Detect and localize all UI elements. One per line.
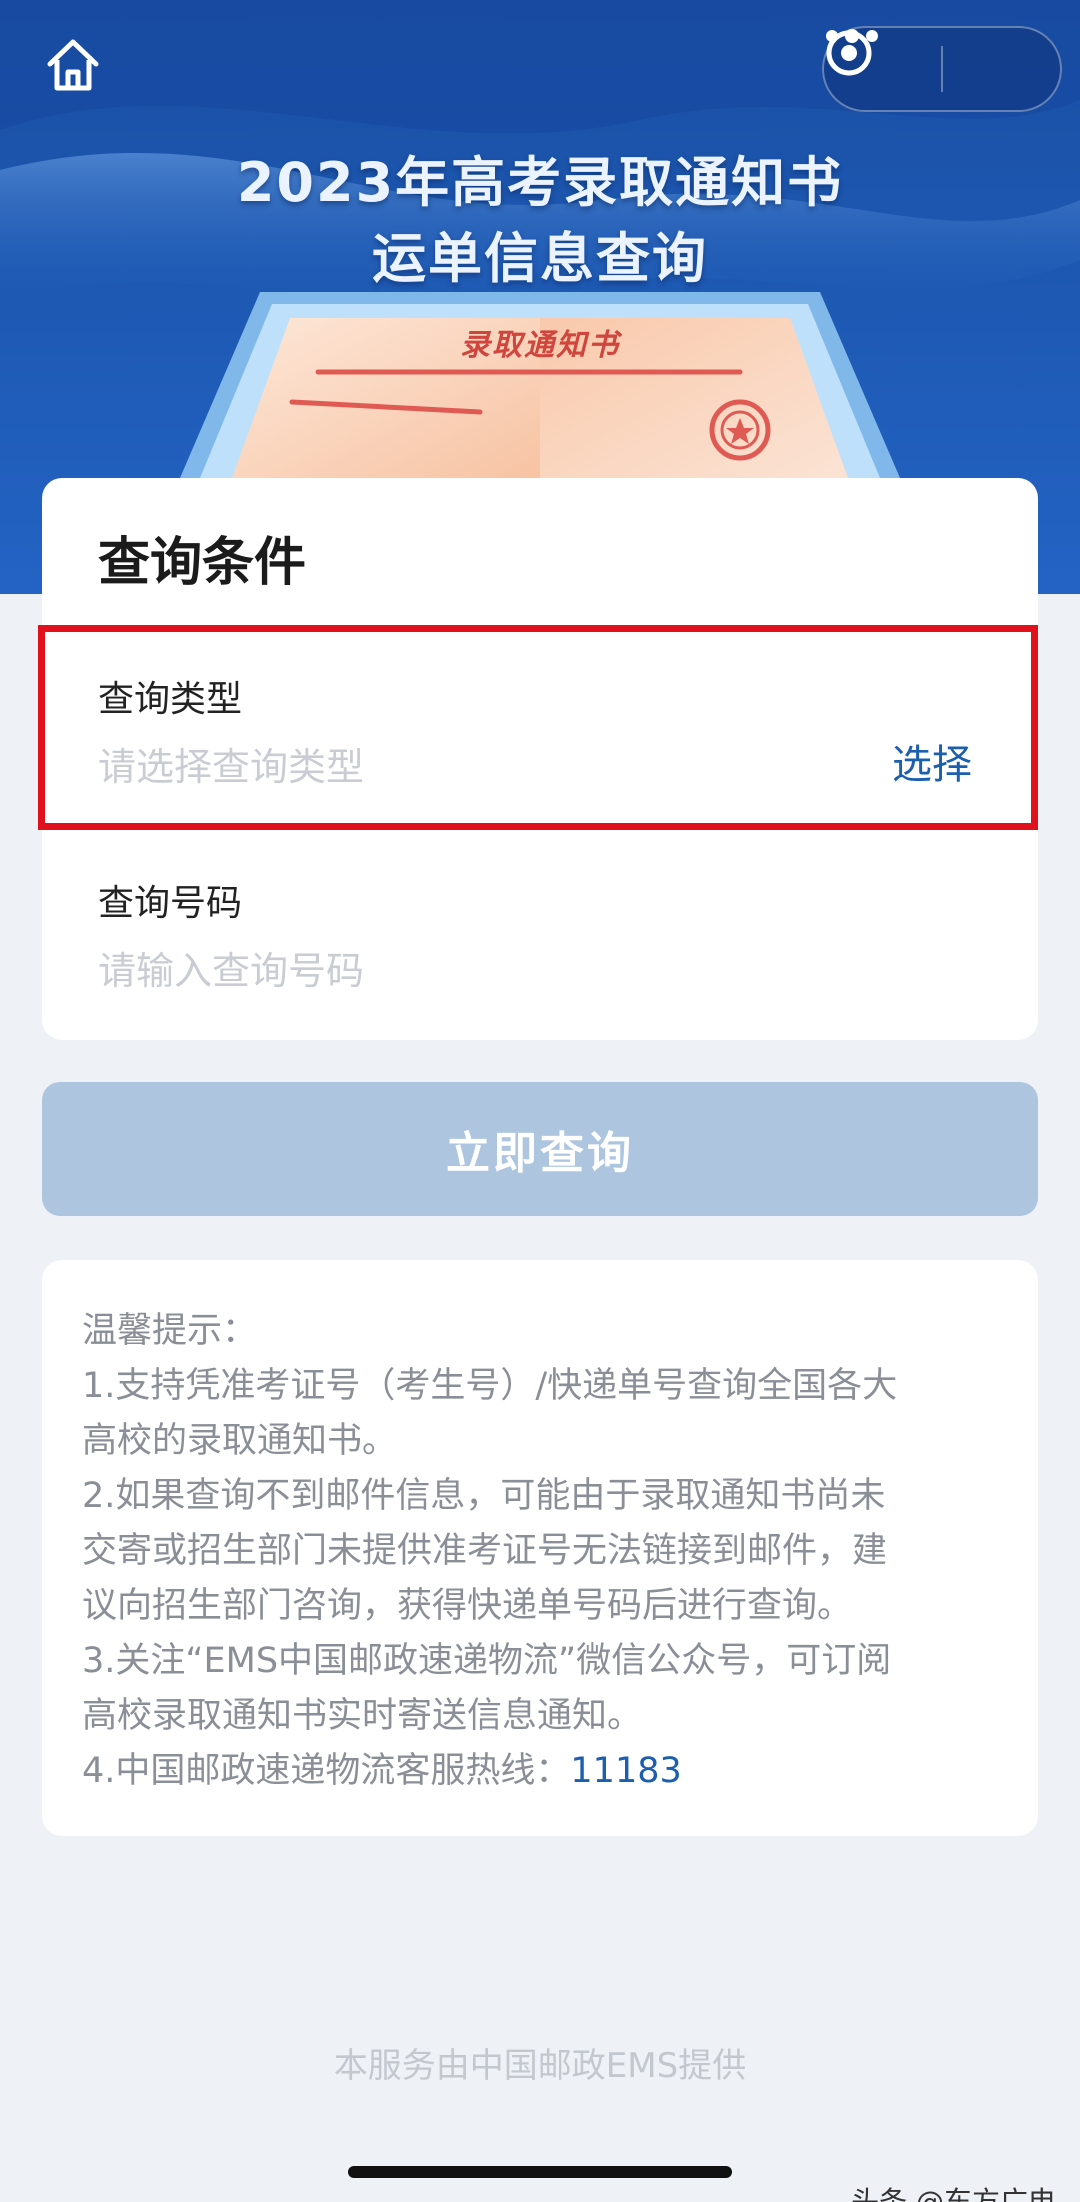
tips-line: 交寄或招生部门未提供准考证号无法链接到邮件，建 xyxy=(82,1531,888,1571)
home-button[interactable] xyxy=(44,36,110,102)
highlight-box xyxy=(38,625,1038,830)
query-card-title: 查询条件 xyxy=(98,533,307,593)
tips-card: 温馨提示： 1.支持凭准考证号（考生号）/快递单号查询全国各大 高校的录取通知书… xyxy=(42,1260,1038,1836)
tips-line: 高校的录取通知书。 xyxy=(82,1421,398,1461)
footer-provider-text: 本服务由中国邮政EMS提供 xyxy=(333,2046,747,2086)
tips-line: 议向招生部门咨询，获得快递单号码后进行查询。 xyxy=(82,1586,853,1626)
tips-line: 3.关注“EMS中国邮政速递物流”微信公众号，可订阅 xyxy=(82,1641,892,1681)
tips-heading: 温馨提示： xyxy=(82,1311,258,1351)
home-icon xyxy=(47,39,99,91)
miniprogram-capsule xyxy=(822,26,1062,112)
close-miniprogram-button[interactable] xyxy=(826,28,1060,110)
page-title-line2: 运单信息查询 xyxy=(372,227,708,290)
tips-line: 2.如果查询不到邮件信息，可能由于录取通知书尚未 xyxy=(82,1476,886,1516)
page-title-line1: 2023年高考录取通知书 xyxy=(236,151,844,214)
tips-hotline-line: 4.中国邮政速递物流客服热线：11183 xyxy=(82,1744,998,1799)
query-number-label: 查询号码 xyxy=(98,883,243,924)
hotline-label: 4.中国邮政速递物流客服热线： xyxy=(82,1751,571,1791)
hotline-number-link[interactable]: 11183 xyxy=(570,1751,681,1791)
watermark: 头条 @东方广电 xyxy=(851,2185,1056,2202)
tips-line: 高校录取通知书实时寄送信息通知。 xyxy=(82,1696,643,1736)
submit-query-button[interactable]: 立即查询 xyxy=(42,1082,1038,1216)
home-indicator[interactable] xyxy=(348,2166,732,2178)
target-circle-icon xyxy=(826,30,872,76)
letter-title: 录取通知书 xyxy=(460,328,620,363)
query-number-input[interactable]: 请输入查询号码 xyxy=(98,940,364,995)
tips-line: 1.支持凭准考证号（考生号）/快递单号查询全国各大 xyxy=(82,1366,898,1406)
